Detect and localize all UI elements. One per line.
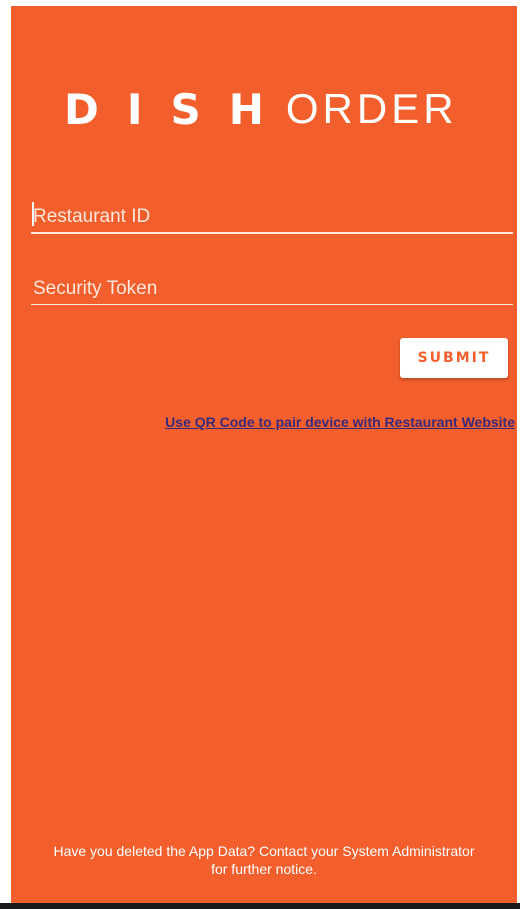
qr-pair-link[interactable]: Use QR Code to pair device with Restaura… bbox=[129, 414, 515, 430]
app-logo: DISH ORDER bbox=[64, 84, 458, 134]
logo-brand-bold: DISH bbox=[64, 84, 292, 134]
security-token-field[interactable] bbox=[31, 264, 517, 305]
text-cursor bbox=[32, 202, 34, 226]
app-screen: DISH ORDER SUBMIT Use QR Code to pair de… bbox=[11, 6, 517, 903]
restaurant-id-input[interactable] bbox=[31, 206, 517, 228]
screen-bottom-bezel bbox=[0, 903, 520, 909]
logo-brand-light: ORDER bbox=[285, 85, 458, 132]
restaurant-id-field[interactable] bbox=[31, 192, 517, 234]
submit-button[interactable]: SUBMIT bbox=[400, 338, 508, 378]
security-token-input[interactable] bbox=[31, 278, 517, 300]
footer-notice: Have you deleted the App Data? Contact y… bbox=[53, 843, 475, 877]
